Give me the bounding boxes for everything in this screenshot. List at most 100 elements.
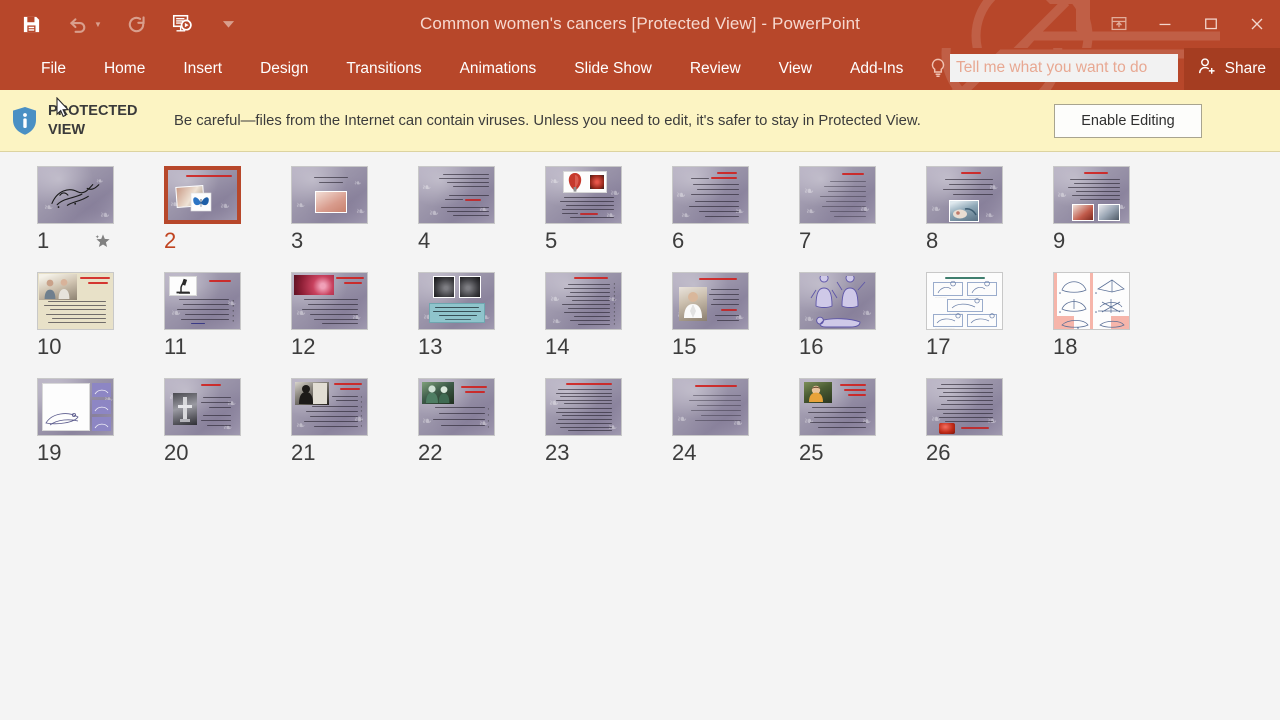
tab-review[interactable]: Review	[671, 54, 760, 84]
thumb-image-8[interactable]: ❧ ❧ ❧	[926, 166, 1003, 224]
slide-thumbnail-22[interactable]: ❧ ❧ ▪ ▪ ▪ ▪ 22	[418, 378, 545, 468]
title-bar: ▼ Common women's cancers [Protected View…	[0, 0, 1280, 48]
tab-transitions[interactable]: Transitions	[327, 54, 440, 84]
slide-thumbnail-20[interactable]: ❧ ❧ ❧ 20	[164, 378, 291, 468]
undo-dropdown-icon[interactable]: ▼	[93, 11, 103, 37]
svg-text:..............................: ...................................	[935, 328, 955, 330]
thumb-wrap-22: ❧ ❧ ▪ ▪ ▪ ▪	[418, 378, 495, 436]
tab-insert[interactable]: Insert	[164, 54, 241, 84]
close-icon[interactable]	[1234, 1, 1280, 47]
slide-thumbnail-2[interactable]: ❧ ❧ 2	[164, 166, 291, 256]
thumb-image-24[interactable]: ❧ ❧	[672, 378, 749, 436]
person-add-icon	[1197, 56, 1218, 82]
animation-star-icon	[95, 233, 111, 249]
slide-thumbnail-16[interactable]: ❧ ❧ 16	[799, 272, 926, 362]
thumb-image-2[interactable]: ❧ ❧	[164, 166, 241, 224]
thumb-image-16[interactable]: ❧ ❧	[799, 272, 876, 330]
thumb-image-4[interactable]: ❧ ❧ ❧	[418, 166, 495, 224]
tell-me-container[interactable]: Tell me what you want to do	[928, 54, 1178, 82]
undo-icon[interactable]	[64, 11, 90, 37]
slide-thumbnail-4[interactable]: ❧ ❧ ❧ 4	[418, 166, 545, 256]
thumb-image-6[interactable]: ❧ ❧ ❧	[672, 166, 749, 224]
slide-thumbnail-12[interactable]: ❧ ❧ 12	[291, 272, 418, 362]
slide-number-24: 24	[672, 440, 697, 465]
slide-thumbnail-3[interactable]: ❧ ❧ ❧ 3	[291, 166, 418, 256]
thumb-image-10[interactable]	[37, 272, 114, 330]
slide-thumbnail-17[interactable]: ..................... ..................…	[926, 272, 1053, 362]
slide-thumbnail-25[interactable]: ❧ ❧ 25	[799, 378, 926, 468]
thumb-image-13[interactable]: ❧ ❧	[418, 272, 495, 330]
redo-icon[interactable]	[123, 11, 149, 37]
tab-slide-show[interactable]: Slide Show	[555, 54, 671, 84]
slide-thumbnail-26[interactable]: ❧ ❧ 26	[926, 378, 1053, 468]
slide-number-22: 22	[418, 440, 443, 465]
thumb-image-3[interactable]: ❧ ❧ ❧	[291, 166, 368, 224]
save-icon[interactable]	[18, 11, 44, 37]
minimize-icon[interactable]	[1142, 1, 1188, 47]
thumb-wrap-10	[37, 272, 114, 330]
thumb-image-23[interactable]: ❧ ❧	[545, 378, 622, 436]
slide-grid: ❧ ❧ ❧ 1 ❧ ❧ 2 ❧ ❧ ❧ 3 ❧ ❧ ❧ 4 ❧ ❧ ❧ 5 ❧ …	[0, 166, 1280, 484]
slide-thumbnail-18[interactable]: 18	[1053, 272, 1180, 362]
slide-thumbnail-8[interactable]: ❧ ❧ ❧ 8	[926, 166, 1053, 256]
slide-number-10: 10	[37, 334, 62, 359]
slide-thumbnail-1[interactable]: ❧ ❧ ❧ 1	[37, 166, 164, 256]
thumb-image-11[interactable]: ❧ ❧ ▪ ▪ ▪ ▪ ▪	[164, 272, 241, 330]
tab-animations[interactable]: Animations	[441, 54, 556, 84]
tab-file[interactable]: File	[22, 54, 85, 84]
microscope-illustration	[176, 278, 190, 294]
slide-thumbnail-15[interactable]: ❧ ❧ 15	[672, 272, 799, 362]
slide-thumbnail-23[interactable]: ❧ ❧ 23	[545, 378, 672, 468]
share-button[interactable]: Share	[1183, 48, 1280, 90]
thumb-image-25[interactable]: ❧ ❧	[799, 378, 876, 436]
slide-thumbnail-5[interactable]: ❧ ❧ ❧ 5	[545, 166, 672, 256]
thumb-image-15[interactable]: ❧ ❧	[672, 272, 749, 330]
thumb-image-22[interactable]: ❧ ❧ ▪ ▪ ▪ ▪	[418, 378, 495, 436]
thumb-wrap-17: ..................... ..................…	[926, 272, 1003, 330]
slide-thumbnail-14[interactable]: ❧ ❧ ❧ ▪ ▪ ▪ ▪ ▪ ▪ ▪ ▪ ▪ ▪ ▪ 14	[545, 272, 672, 362]
thumb-wrap-26: ❧ ❧	[926, 378, 1003, 436]
thumb-image-1[interactable]: ❧ ❧ ❧	[37, 166, 114, 224]
slide-sorter-pane[interactable]: ❧ ❧ ❧ 1 ❧ ❧ 2 ❧ ❧ ❧ 3 ❧ ❧ ❧ 4 ❧ ❧ ❧ 5 ❧ …	[0, 152, 1280, 719]
slide-thumbnail-9[interactable]: ❧ ❧ 9	[1053, 166, 1180, 256]
slideshow-icon[interactable]	[169, 11, 195, 37]
thumb-image-12[interactable]: ❧ ❧	[291, 272, 368, 330]
thumb-image-17[interactable]: ..................... ..................…	[926, 272, 1003, 330]
slide-number-18: 18	[1053, 334, 1078, 359]
thumb-image-21[interactable]: ❧ ❧ ▪ ▪ ▪ ▪ ▪ ▪ ▪	[291, 378, 368, 436]
slide-thumbnail-24[interactable]: ❧ ❧ 24	[672, 378, 799, 468]
tab-home[interactable]: Home	[85, 54, 164, 84]
undo-group[interactable]: ▼	[64, 11, 103, 37]
ribbon-display-options-icon[interactable]	[1096, 1, 1142, 47]
slide-number-3: 3	[291, 228, 304, 253]
slide-thumbnail-21[interactable]: ❧ ❧ ▪ ▪ ▪ ▪ ▪ ▪ ▪ 21	[291, 378, 418, 468]
tab-add-ins[interactable]: Add-Ins	[831, 54, 922, 84]
tab-view[interactable]: View	[760, 54, 831, 84]
ribbon-tab-bar: File Home Insert Design Transitions Anim…	[0, 48, 1280, 90]
thumb-image-18[interactable]	[1053, 272, 1130, 330]
thumb-image-7[interactable]: ❧ ❧ ❧	[799, 166, 876, 224]
two-women-photo	[44, 279, 70, 299]
slide-thumbnail-13[interactable]: ❧ ❧ 13	[418, 272, 545, 362]
protected-view-message: Be careful—files from the Internet can c…	[174, 112, 921, 129]
breast-exam-grid-diagram	[1059, 279, 1125, 329]
slide-thumbnail-6[interactable]: ❧ ❧ ❧ 6	[672, 166, 799, 256]
slide-number-17: 17	[926, 334, 951, 359]
enable-editing-button[interactable]: Enable Editing	[1054, 103, 1202, 138]
slide-thumbnail-7[interactable]: ❧ ❧ ❧ 7	[799, 166, 926, 256]
thumb-image-19[interactable]: ❧ ❧	[37, 378, 114, 436]
thumb-image-9[interactable]: ❧ ❧	[1053, 166, 1130, 224]
tell-me-input[interactable]: Tell me what you want to do	[950, 54, 1178, 82]
thumb-image-14[interactable]: ❧ ❧ ❧ ▪ ▪ ▪ ▪ ▪ ▪ ▪ ▪ ▪ ▪ ▪	[545, 272, 622, 330]
restore-icon[interactable]	[1188, 1, 1234, 47]
tab-design[interactable]: Design	[241, 54, 327, 84]
slide-thumbnail-10[interactable]: 10	[37, 272, 164, 362]
doctor-figure	[684, 292, 702, 318]
slide-thumbnail-19[interactable]: ❧ ❧	[37, 378, 164, 468]
customize-quick-access-toolbar-icon[interactable]	[215, 11, 241, 37]
thumb-image-20[interactable]: ❧ ❧ ❧	[164, 378, 241, 436]
red-badge	[939, 423, 955, 434]
slide-thumbnail-11[interactable]: ❧ ❧ ▪ ▪ ▪ ▪ ▪ 11	[164, 272, 291, 362]
thumb-image-26[interactable]: ❧ ❧	[926, 378, 1003, 436]
thumb-image-5[interactable]: ❧ ❧ ❧	[545, 166, 622, 224]
